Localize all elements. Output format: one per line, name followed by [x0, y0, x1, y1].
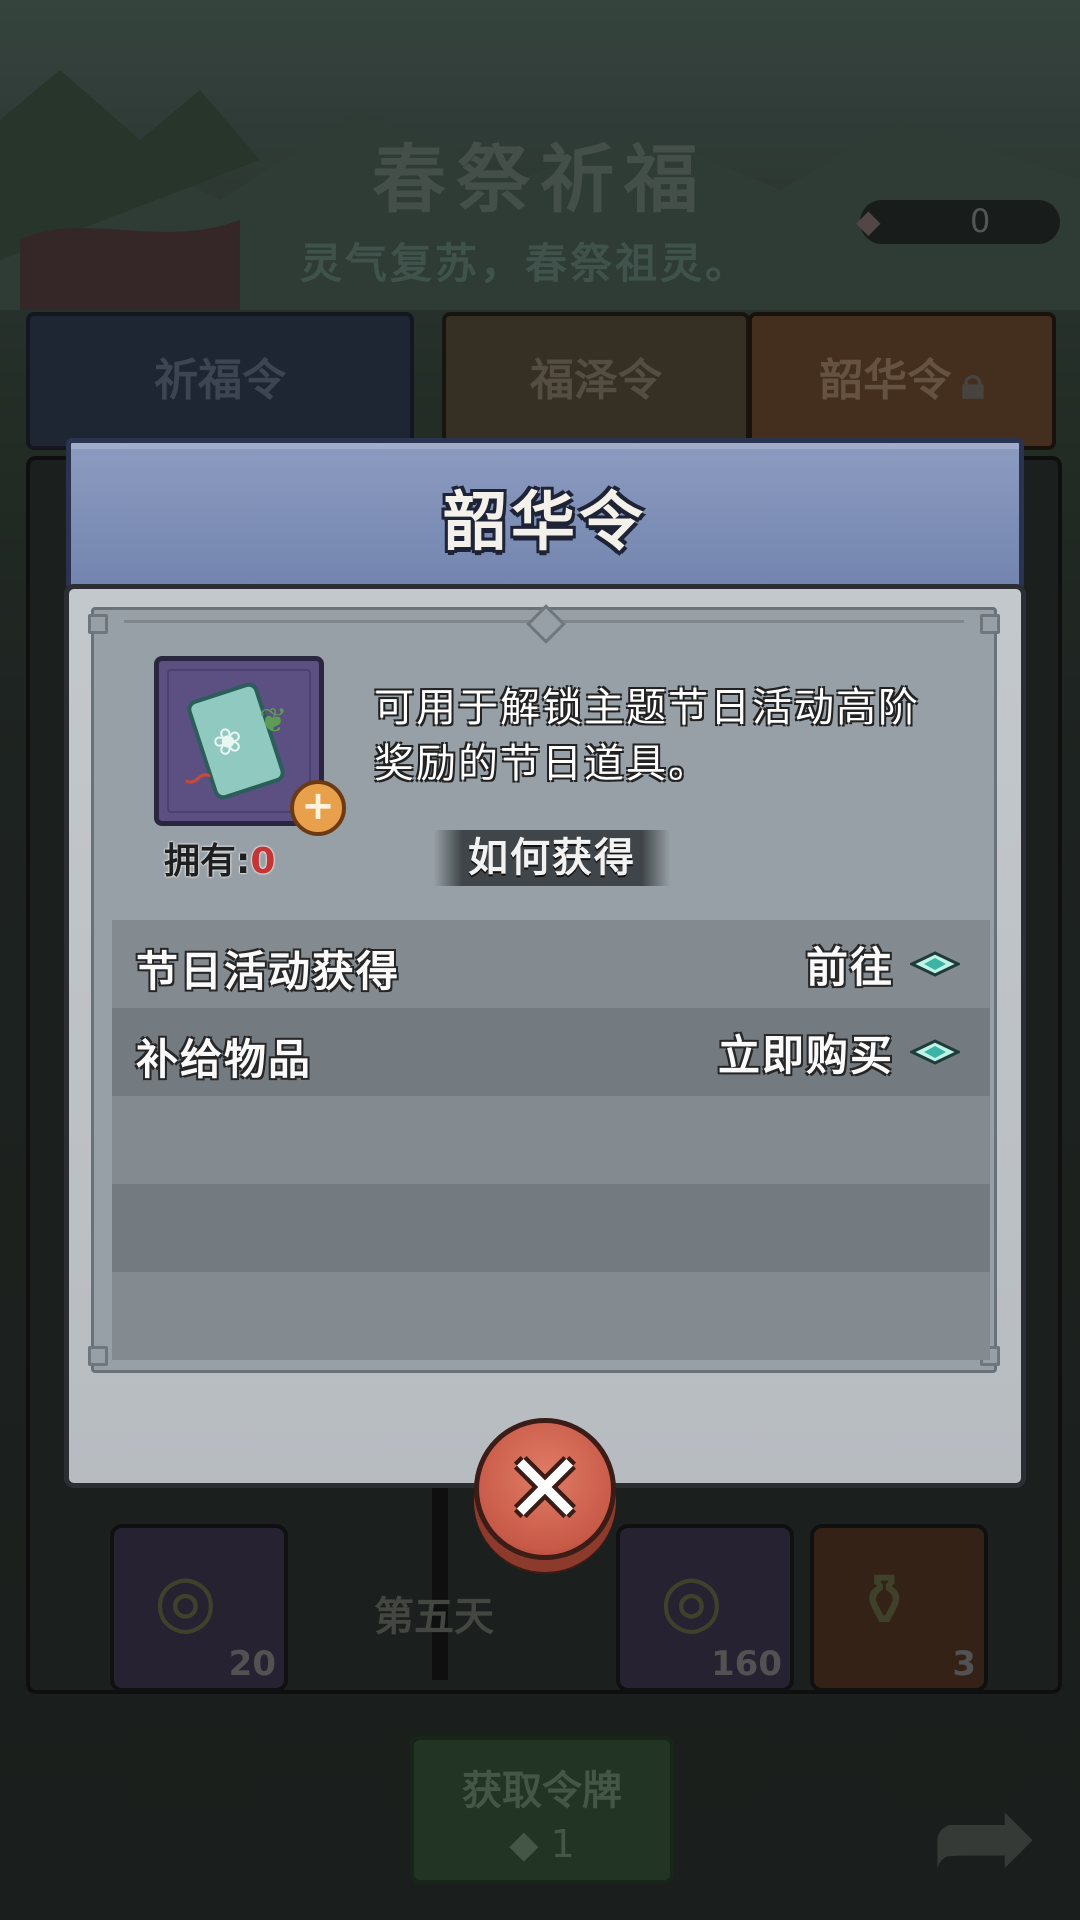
go-button-label: 前往 [805, 942, 894, 992]
lotus-icon: ❀ [207, 717, 249, 767]
corner-ornament [88, 614, 108, 634]
corner-ornament [88, 1346, 108, 1366]
owned-label: 拥有: [164, 841, 251, 882]
source-label: 节日活动获得 [136, 947, 401, 996]
decorative-diamond [526, 604, 566, 644]
leaf-icon: ❦ [259, 701, 288, 741]
dialog-inner-panel: ❀ ∽ ❦ + 拥有:0 可用于解锁主题节日活动高阶奖励的节日道具。 如何获得 … [88, 604, 1000, 1373]
how-to-get-heading: 如何获得 [434, 830, 670, 886]
close-button[interactable]: ✕ [474, 1418, 616, 1560]
close-icon: ✕ [504, 1433, 586, 1545]
dialog-body: ❀ ∽ ❦ + 拥有:0 可用于解锁主题节日活动高阶奖励的节日道具。 如何获得 … [64, 584, 1026, 1488]
list-item-empty [112, 1184, 990, 1272]
add-button[interactable]: + [290, 780, 346, 836]
list-item: 补给物品 立即购买 [112, 1008, 990, 1096]
diamond-arrow-icon [910, 1039, 960, 1065]
list-item-empty [112, 1096, 990, 1184]
list-item-empty [112, 1272, 990, 1360]
source-list: 节日活动获得 前往 补给物品 立即购买 [112, 920, 990, 1360]
dialog-title: 韶华令 [443, 485, 647, 560]
diamond-arrow-icon [910, 951, 960, 977]
owned-value: 0 [250, 841, 276, 882]
source-label: 补给物品 [136, 1035, 313, 1084]
corner-ornament [980, 614, 1000, 634]
owned-count: 拥有:0 [164, 832, 275, 884]
list-item: 节日活动获得 前往 [112, 920, 990, 1008]
buy-now-label: 立即购买 [717, 1030, 894, 1080]
buy-now-button[interactable]: 立即购买 [718, 1024, 960, 1080]
item-description: 可用于解锁主题节日活动高阶奖励的节日道具。 [374, 685, 920, 787]
dialog-header: 韶华令 [66, 438, 1024, 590]
go-button[interactable]: 前往 [806, 936, 960, 992]
